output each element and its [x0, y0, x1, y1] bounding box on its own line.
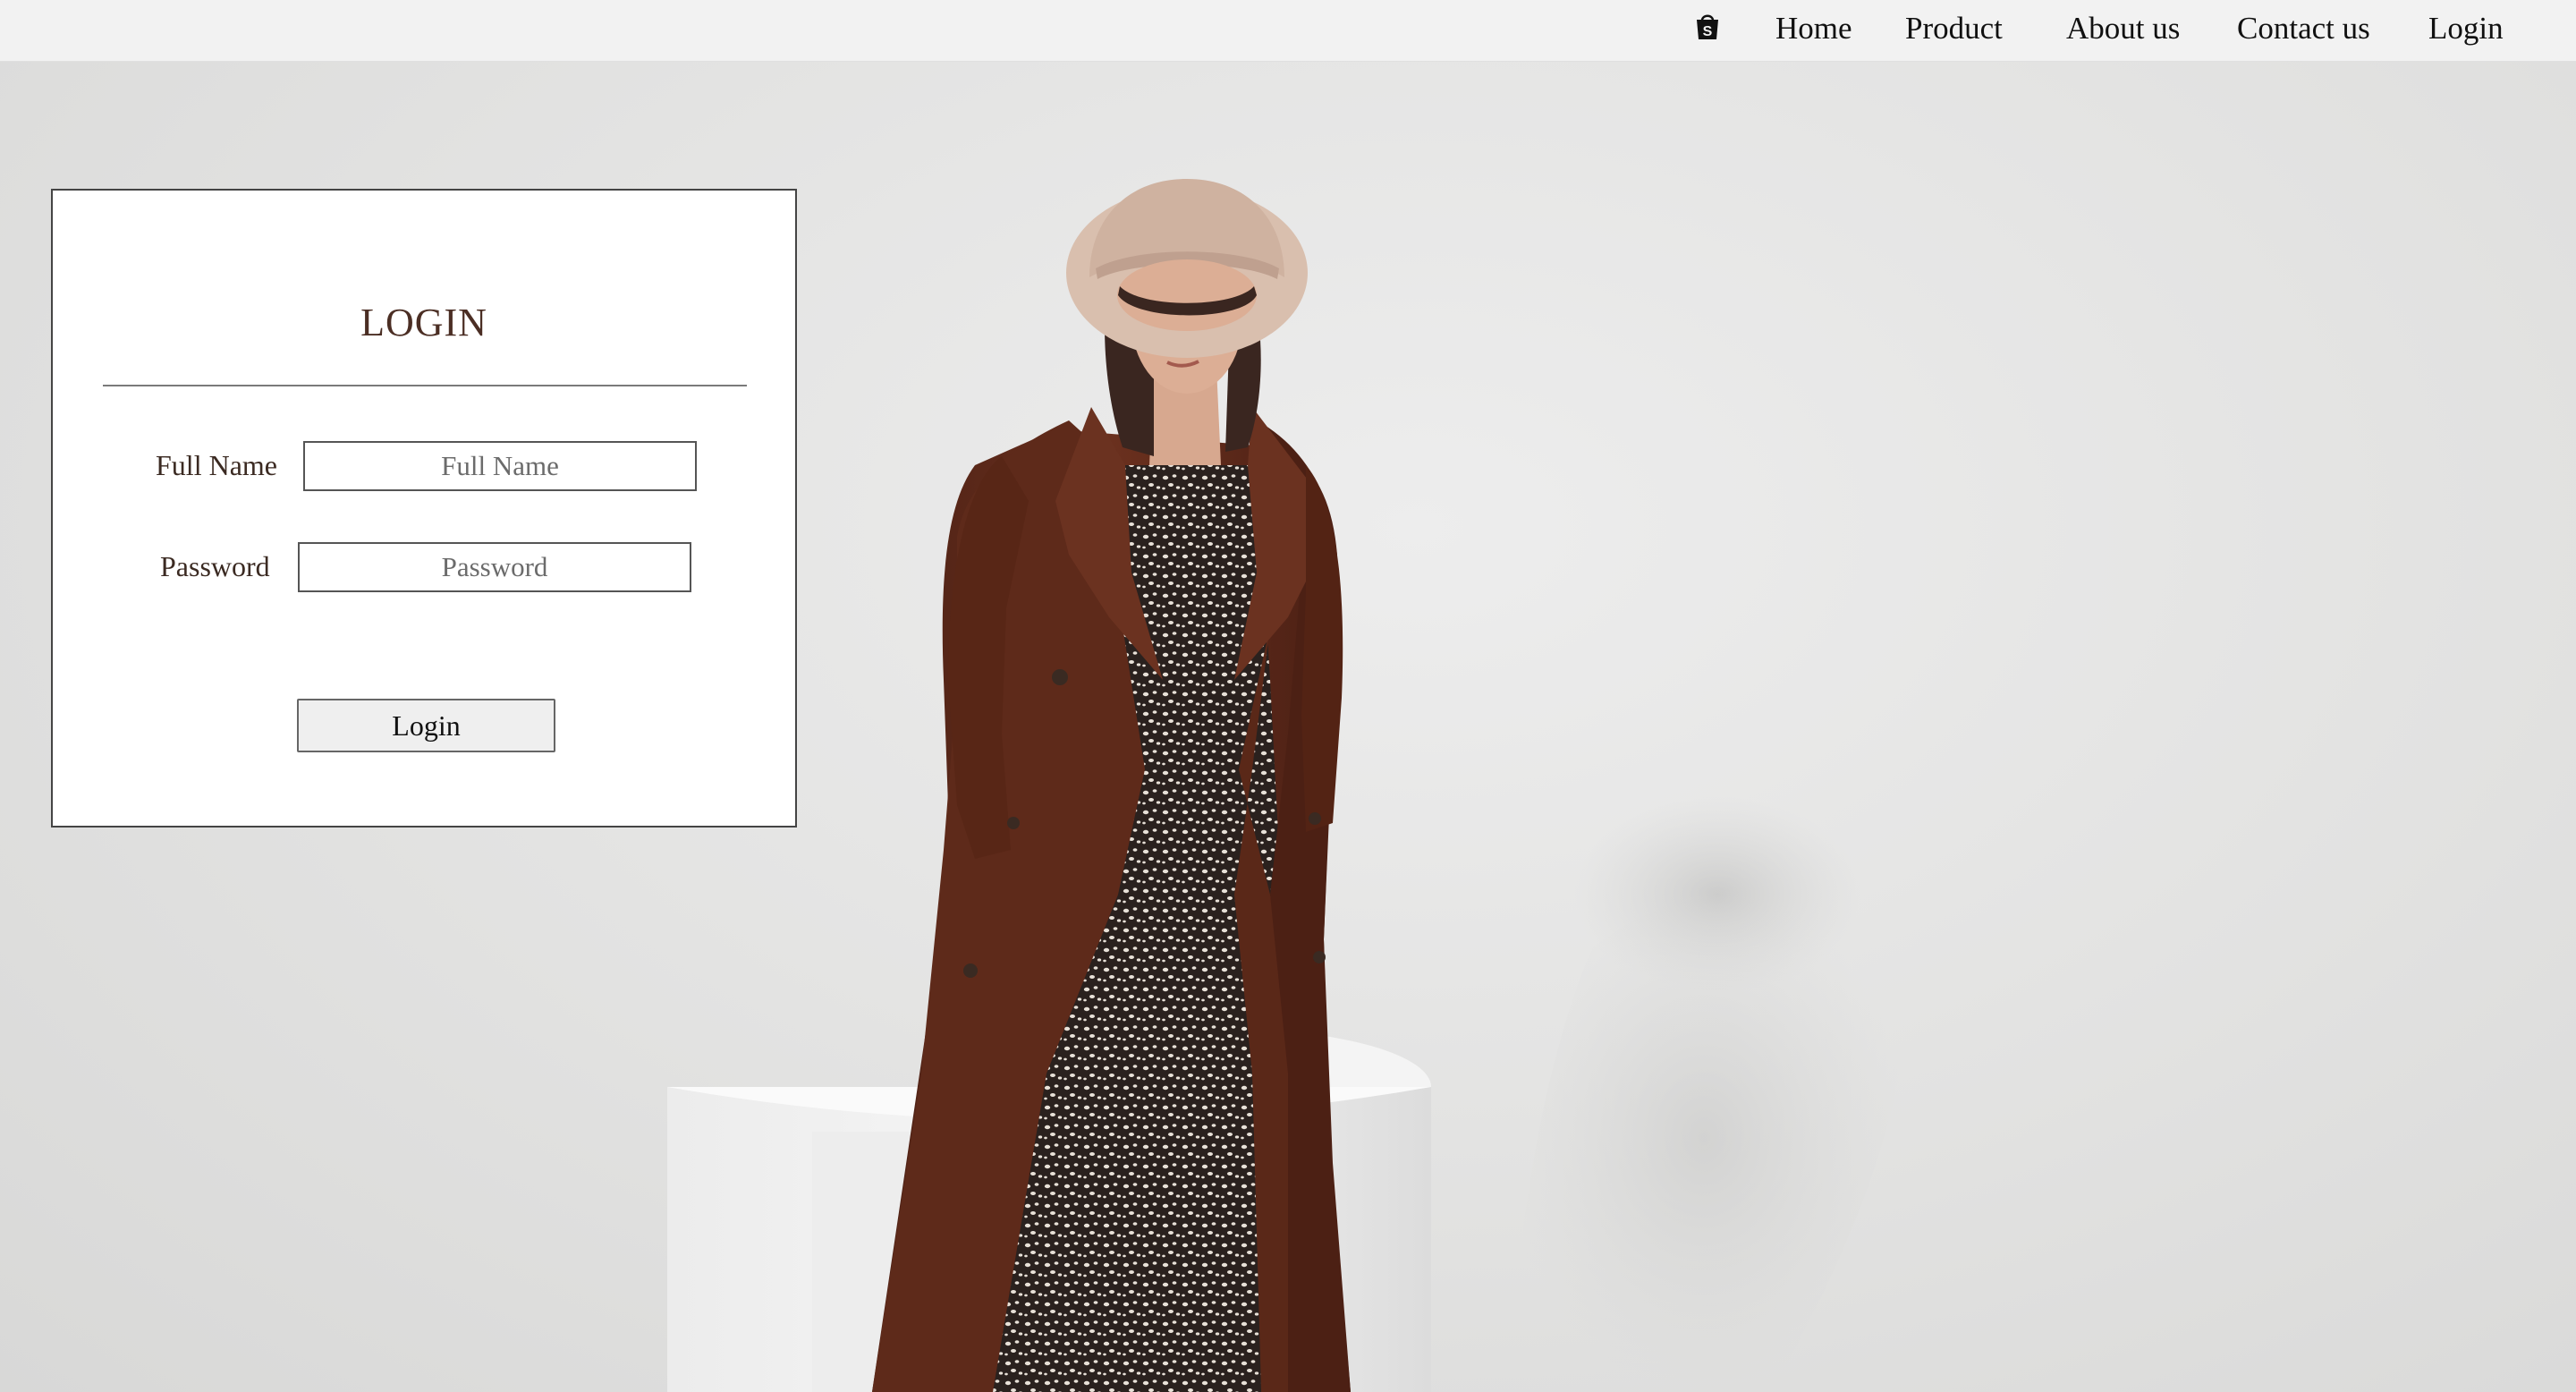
password-label: Password: [160, 550, 270, 582]
login-form-card: LOGIN Full Name Password Login: [51, 189, 797, 828]
shopping-bag-icon[interactable]: S: [1694, 12, 1721, 40]
nav-link-contact-us[interactable]: Contact us: [2237, 9, 2370, 48]
svg-text:S: S: [1703, 24, 1713, 39]
nav-link-product[interactable]: Product: [1905, 9, 2003, 48]
full-name-input[interactable]: [303, 441, 697, 491]
nav-link-home[interactable]: Home: [1775, 9, 1852, 48]
password-input[interactable]: [298, 542, 691, 592]
full-name-label: Full Name: [156, 449, 277, 481]
top-navbar: S Home Product About us Contact us Login: [0, 0, 2576, 62]
login-button[interactable]: Login: [297, 699, 555, 752]
title-divider: [103, 385, 747, 386]
nav-link-about-us[interactable]: About us: [2066, 9, 2180, 48]
login-title: LOGIN: [360, 301, 487, 344]
nav-link-login[interactable]: Login: [2428, 9, 2504, 48]
